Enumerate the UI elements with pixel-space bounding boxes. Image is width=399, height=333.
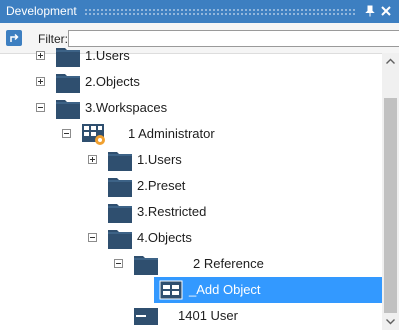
tree-node-label: 3.Workspaces (85, 100, 168, 115)
tree-node[interactable]: 2.Objects (0, 69, 382, 95)
tree-node-label: 1401 User (178, 308, 238, 323)
tree-node[interactable]: 1 Administrator (0, 121, 382, 147)
folder-icon (107, 148, 133, 172)
tree-node-label: 4.Objects (137, 230, 192, 245)
collapse-toggle[interactable] (62, 129, 71, 138)
folder-icon (107, 174, 133, 198)
tree-node-label: 3.Restricted (137, 204, 207, 219)
vertical-scrollbar[interactable] (382, 53, 399, 330)
collapse-toggle[interactable] (114, 259, 123, 268)
scroll-down-arrow-icon[interactable] (382, 313, 399, 330)
tree-node[interactable]: 4.Objects (0, 225, 382, 251)
folder-icon (133, 252, 159, 276)
tree-node-label: 2 Reference (193, 256, 264, 271)
expand-toggle[interactable] (36, 51, 45, 60)
expand-toggle[interactable] (36, 77, 45, 86)
folder-icon (55, 44, 81, 68)
object-icon (159, 278, 185, 302)
folder-icon (55, 70, 81, 94)
expand-toggle[interactable] (88, 155, 97, 164)
tree-node[interactable]: 3.Workspaces (0, 95, 382, 121)
tree-node[interactable]: 2.Preset (0, 173, 382, 199)
tree-node-label: 1 Administrator (128, 126, 215, 141)
folder-icon (55, 96, 81, 120)
tree-node-selected[interactable]: _Add Object (0, 277, 382, 303)
scroll-up-arrow-icon[interactable] (382, 53, 399, 70)
tree-node[interactable]: 1401 User (0, 303, 382, 329)
tree-node-label: 1.Users (137, 152, 182, 167)
folder-icon (107, 226, 133, 250)
pin-icon[interactable] (363, 4, 377, 18)
close-icon[interactable] (379, 4, 393, 18)
tree-node[interactable]: 2 Reference (0, 251, 382, 277)
tree-node[interactable]: 3.Restricted (0, 199, 382, 225)
scroll-thumb[interactable] (384, 98, 397, 313)
tree-node-label: _Add Object (189, 282, 261, 297)
tree-node-label: 2.Preset (137, 178, 186, 193)
tree-node[interactable]: 1.Users (0, 43, 382, 69)
workspace-icon (81, 122, 107, 146)
window-icon (133, 304, 159, 328)
tree-node[interactable]: 1.Users (0, 147, 382, 173)
titlebar-grip (84, 8, 357, 15)
tree-node-label: 1.Users (85, 48, 130, 63)
tree-node-label: 2.Objects (85, 74, 140, 89)
panel-titlebar: Development (0, 0, 399, 23)
collapse-toggle[interactable] (88, 233, 97, 242)
panel-title: Development (6, 4, 77, 18)
tree-view: 1.Users 2.Objects 3.Workspaces 1 Adminis… (0, 43, 382, 330)
collapse-toggle[interactable] (36, 103, 45, 112)
folder-icon (107, 200, 133, 224)
